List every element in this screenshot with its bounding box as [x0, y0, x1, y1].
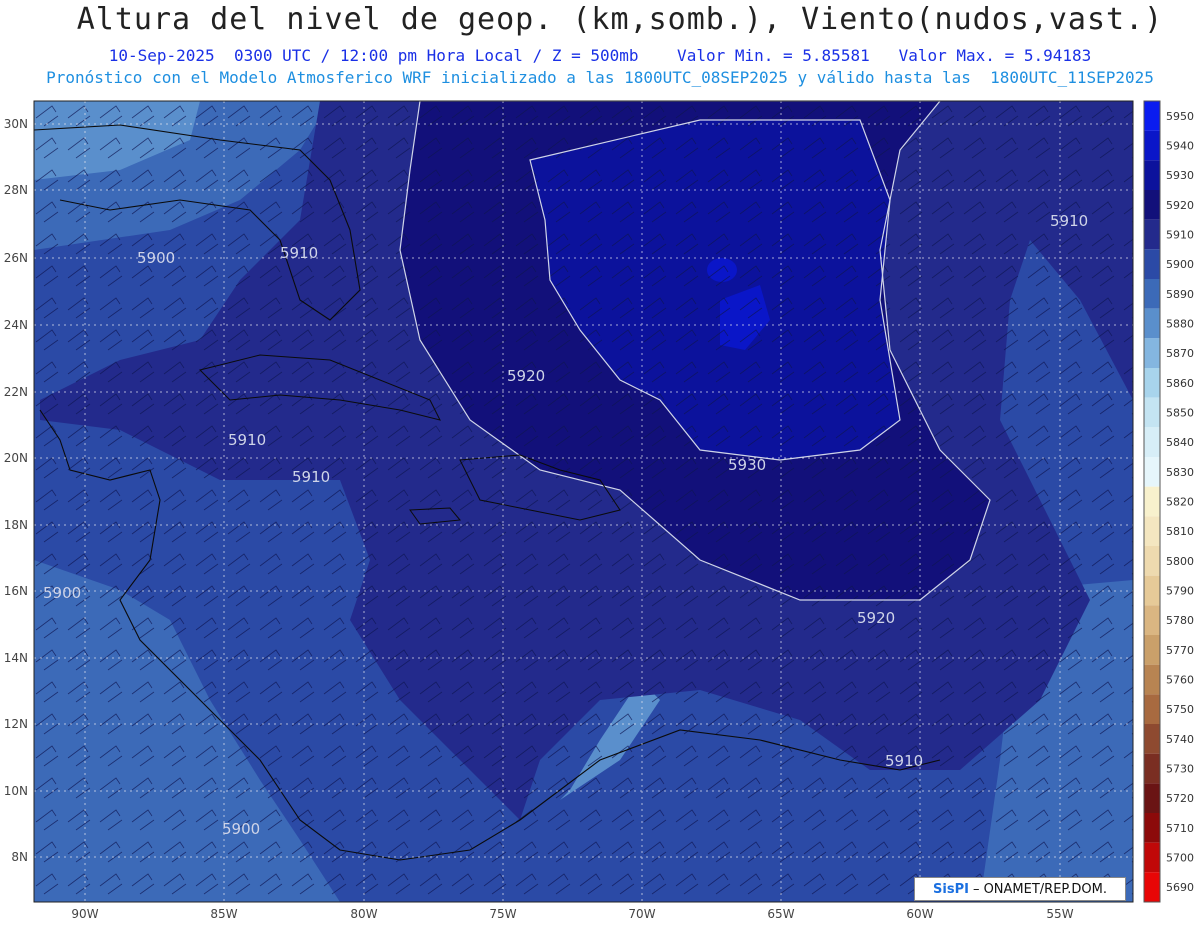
lon-label: 55W	[1046, 907, 1073, 921]
longitude-axis: 90W 85W 80W 75W 70W 65W 60W 55W	[71, 907, 1073, 921]
colorbar-swatch	[1144, 368, 1160, 398]
contour-label: 5910	[280, 244, 318, 262]
contour-label: 5910	[1050, 212, 1088, 230]
contour-label: 5900	[137, 249, 175, 267]
colorbar-swatch	[1144, 872, 1160, 902]
colorbar-swatch	[1144, 753, 1160, 784]
colorbar-label: 5950	[1166, 110, 1194, 123]
lon-label: 70W	[628, 907, 655, 921]
colorbar-legend: 5950 5940 5930 5920 5910 5900 5890 5880 5870 5860…	[1143, 100, 1194, 903]
lat-label: 28N	[4, 183, 28, 197]
colorbar-swatch	[1144, 486, 1160, 517]
lat-label: 26N	[4, 251, 28, 265]
colorbar-label: 5780	[1166, 614, 1194, 627]
lat-label: 20N	[4, 451, 28, 465]
colorbar-label: 5730	[1166, 763, 1194, 776]
lat-label: 8N	[11, 850, 28, 864]
lon-label: 60W	[906, 907, 933, 921]
colorbar-label: 5920	[1166, 199, 1194, 212]
colorbar-swatch	[1144, 575, 1160, 606]
credit-org: – ONAMET/REP.DOM.	[972, 881, 1107, 897]
latitude-axis: 30N 28N 26N 24N 22N 20N 18N 16N 14N 12N …	[4, 117, 28, 864]
colorbar-swatch	[1144, 338, 1160, 368]
colorbar-label: 5820	[1166, 496, 1194, 509]
colorbar-label: 5770	[1166, 644, 1194, 657]
contour-label: 5900	[43, 584, 81, 602]
colorbar-swatch	[1144, 160, 1160, 190]
weather-map: 5900 5910 5910 5910 5920 5930 5920 5910 …	[4, 100, 1194, 921]
colorbar-label: 5810	[1166, 525, 1194, 538]
lat-label: 30N	[4, 117, 28, 131]
lat-label: 16N	[4, 584, 28, 598]
colorbar-swatch	[1144, 457, 1160, 487]
colorbar-label: 5880	[1166, 318, 1194, 331]
lon-label: 85W	[210, 907, 237, 921]
colorbar-label: 5740	[1166, 733, 1194, 746]
colorbar-swatch	[1144, 130, 1160, 161]
contour-label: 5930	[728, 456, 766, 474]
colorbar-label: 5830	[1166, 466, 1194, 479]
colorbar-swatch	[1144, 783, 1160, 813]
colorbar-swatch	[1144, 516, 1160, 546]
colorbar-label: 5860	[1166, 377, 1194, 390]
lat-label: 12N	[4, 717, 28, 731]
colorbar-swatch	[1144, 635, 1160, 665]
colorbar-label: 5760	[1166, 674, 1194, 687]
colorbar-swatch	[1144, 397, 1160, 428]
colorbar-label: 5840	[1166, 436, 1194, 449]
colorbar-swatch	[1144, 546, 1160, 576]
colorbar-swatch	[1144, 813, 1160, 843]
colorbar-label: 5750	[1166, 703, 1194, 716]
colorbar-label: 5710	[1166, 822, 1194, 835]
lat-label: 10N	[4, 784, 28, 798]
colorbar-label: 5900	[1166, 258, 1194, 271]
contour-label: 5920	[857, 609, 895, 627]
colorbar-swatch	[1144, 694, 1160, 724]
colorbar-swatch	[1144, 249, 1160, 279]
contour-label: 5910	[885, 752, 923, 770]
lon-label: 90W	[71, 907, 98, 921]
colorbar-label: 5890	[1166, 288, 1194, 301]
lat-label: 24N	[4, 318, 28, 332]
colorbar-swatch	[1144, 427, 1160, 457]
contour-label: 5910	[292, 468, 330, 486]
colorbar-label: 5930	[1166, 169, 1194, 182]
colorbar-label: 5940	[1166, 140, 1194, 153]
colorbar-swatch	[1144, 605, 1160, 635]
colorbar-label: 5800	[1166, 555, 1194, 568]
lon-label: 80W	[350, 907, 377, 921]
credit-brand: SisPI	[933, 881, 969, 897]
colorbar-label: 5700	[1166, 852, 1194, 865]
contour-label: 5910	[228, 431, 266, 449]
colorbar-swatch	[1144, 190, 1160, 220]
lon-label: 75W	[489, 907, 516, 921]
colorbar-swatch	[1144, 101, 1160, 131]
colorbar-swatch	[1144, 724, 1160, 754]
lat-label: 14N	[4, 651, 28, 665]
colorbar-label: 5790	[1166, 585, 1194, 598]
colorbar-label: 5720	[1166, 792, 1194, 805]
colorbar-label: 5910	[1166, 229, 1194, 242]
lon-label: 65W	[767, 907, 794, 921]
colorbar-swatch	[1144, 219, 1160, 250]
colorbar-swatch	[1144, 664, 1160, 695]
colorbar-swatch	[1144, 279, 1160, 309]
credit-box: SisPI – ONAMET/REP.DOM.	[914, 877, 1126, 901]
contour-label: 5920	[507, 367, 545, 385]
colorbar-label: 5850	[1166, 407, 1194, 420]
colorbar-label: 5690	[1166, 881, 1194, 894]
map-plot-area: 5900 5910 5910 5910 5920 5930 5920 5910 …	[34, 101, 1133, 902]
colorbar-label: 5870	[1166, 347, 1194, 360]
wind-barbs-layer	[34, 101, 1133, 902]
lat-label: 18N	[4, 518, 28, 532]
colorbar-swatch	[1144, 308, 1160, 339]
lat-label: 22N	[4, 385, 28, 399]
contour-label: 5900	[222, 820, 260, 838]
colorbar-swatch	[1144, 842, 1160, 873]
